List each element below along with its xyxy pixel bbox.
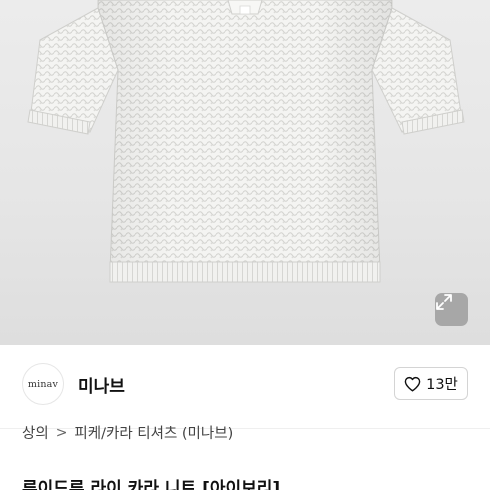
product-image[interactable]: [0, 0, 490, 345]
breadcrumb-subcategory[interactable]: 피케/카라 티셔츠 (미나브): [74, 422, 233, 443]
expand-image-button[interactable]: [435, 293, 468, 326]
like-count: 13만: [426, 377, 458, 393]
breadcrumb-separator: >: [55, 424, 68, 441]
heart-outline-icon: [404, 376, 421, 391]
knit-shirt-illustration: [27, 0, 465, 283]
brand-logo[interactable]: minav: [22, 363, 64, 405]
like-button[interactable]: 13만: [394, 367, 468, 400]
brand-logo-text: minav: [27, 378, 59, 390]
breadcrumb: 상의 > 피케/카라 티셔츠 (미나브): [22, 422, 233, 443]
brand-name[interactable]: 미나브: [78, 372, 125, 397]
breadcrumb-category[interactable]: 상의: [22, 422, 49, 443]
product-title: 루이드루 라이 카라 니트 [아이보리]: [22, 479, 281, 490]
brand-row: minav 미나브 13만: [0, 345, 490, 429]
product-detail-page: minav 미나브 13만 상의 > 피케/카라 티셔츠 (미나브) 루이드루 …: [0, 0, 490, 490]
expand-arrows-icon: [436, 294, 452, 310]
